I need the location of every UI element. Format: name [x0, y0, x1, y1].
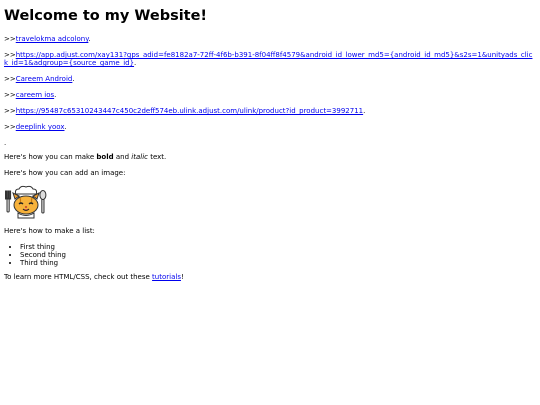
link-paragraph-2: >>https://app.adjust.com/xay131?gps_adid… [4, 51, 533, 67]
list-intro: Here's how to make a list: [4, 227, 95, 235]
link-careem-ios[interactable]: careem ios [16, 91, 54, 99]
link-adjust-ulink[interactable]: https://95487c65310243447c450c2deff574eb… [16, 107, 363, 115]
link-travelokma-adcolony[interactable]: travelokma adcolony [16, 35, 89, 43]
link-deeplink-yoox[interactable]: deeplink yoox [16, 123, 65, 131]
link-prefix: >> [4, 51, 16, 59]
link-paragraph-5: >>https://95487c65310243447c450c2deff574… [4, 107, 366, 115]
link-adjust-app[interactable]: https://app.adjust.com/xay131?gps_adid=f… [4, 51, 532, 67]
link-careem-android[interactable]: Careem Android [16, 75, 73, 83]
link-prefix: >> [4, 107, 16, 115]
link-prefix: >> [4, 75, 16, 83]
formatting-paragraph: Here's how you can make bold and italic … [4, 153, 167, 161]
link-paragraph-4: >>careem ios. [4, 91, 57, 99]
image-intro: Here's how you can add an image: [4, 169, 126, 177]
dot-text: . [4, 139, 7, 147]
bold-text: bold [96, 153, 114, 161]
tutorials-link[interactable]: tutorials [152, 273, 181, 281]
link-prefix: >> [4, 35, 16, 43]
page-title: Welcome to my Website! [4, 8, 208, 24]
list-item: Third thing [20, 259, 536, 267]
list-item: Second thing [20, 251, 536, 259]
list-item: First thing [20, 243, 536, 251]
link-prefix: >> [4, 123, 16, 131]
link-prefix: >> [4, 91, 16, 99]
page-content: Welcome to my Website! >>travelokma adco… [0, 0, 540, 281]
thing-list: First thing Second thing Third thing [4, 243, 536, 267]
link-paragraph-6: >>deeplink yoox. [4, 123, 67, 131]
cat-chef-icon [5, 185, 47, 219]
learn-more-paragraph: To learn more HTML/CSS, check out these … [4, 273, 184, 281]
mascot-image [4, 185, 536, 221]
link-paragraph-1: >>travelokma adcolony. [4, 35, 91, 43]
italic-text: italic [131, 153, 148, 161]
link-paragraph-3: >>Careem Android. [4, 75, 75, 83]
